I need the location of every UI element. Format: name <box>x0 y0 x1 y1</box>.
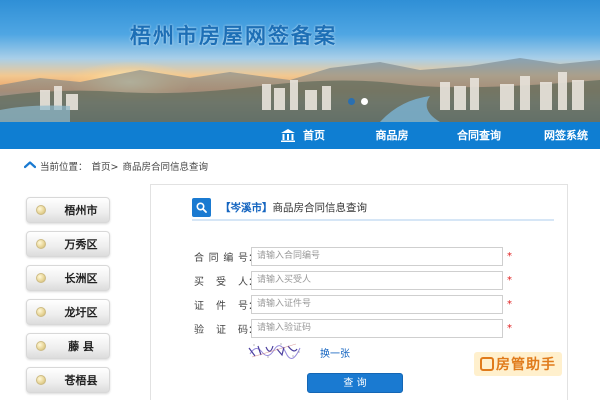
home-building-icon <box>281 129 295 142</box>
buyer-input[interactable] <box>251 270 503 290</box>
nav-signing-system[interactable]: 网签系统 <box>532 122 600 149</box>
bullet-icon <box>36 307 46 317</box>
nav-home-label: 首页 <box>303 129 325 142</box>
query-button[interactable]: 查 询 <box>307 373 403 393</box>
breadcrumb-home-link[interactable]: 首页> <box>92 159 119 173</box>
nav-commercial-housing[interactable]: 商品房 <box>362 122 422 149</box>
field-label: 合同编号 <box>194 252 248 264</box>
captcha-row: 验 证 码 ： * <box>194 318 524 338</box>
required-marker: * <box>507 322 512 334</box>
panel-header: 【岑溪市】商品房合同信息查询 <box>192 196 554 221</box>
breadcrumb-prefix: 当前位置： <box>40 162 88 173</box>
bullet-icon <box>36 239 46 249</box>
sidebar-item-label: 梧州市 <box>64 204 98 217</box>
search-icon <box>192 198 211 217</box>
carousel-indicators <box>348 98 368 105</box>
house-manager-logo-icon <box>480 357 494 371</box>
field-label: 证 件 号 <box>194 300 248 312</box>
sidebar-item-wanxiu[interactable]: 万秀区 <box>26 231 110 257</box>
watermark-text: 房管助手 <box>496 357 556 373</box>
carousel-dot-1[interactable] <box>348 98 355 105</box>
field-label: 验 证 码 <box>194 324 248 336</box>
breadcrumb-current: 商品房合同信息查询 <box>122 162 208 173</box>
sidebar-item-label: 长洲区 <box>64 272 98 285</box>
main-nav: 首页 商品房 合同查询 网签系统 <box>0 122 600 149</box>
sidebar-item-label: 苍梧县 <box>64 374 98 387</box>
id-number-row: 证 件 号 ： * <box>194 294 524 314</box>
sidebar-item-longxu[interactable]: 龙圩区 <box>26 299 110 325</box>
panel-city: 【岑溪市】 <box>220 202 273 214</box>
sidebar-item-wuzhou[interactable]: 梧州市 <box>26 197 110 223</box>
carousel-dot-2[interactable] <box>361 98 368 105</box>
contract-number-input[interactable] <box>251 246 503 266</box>
field-label: 买 受 人 <box>194 276 248 288</box>
site-title: 梧州市房屋网签备案 <box>130 24 337 48</box>
watermark-logo: 房管助手 <box>474 352 562 376</box>
nav-contract-query[interactable]: 合同查询 <box>446 122 512 149</box>
required-marker: * <box>507 274 512 286</box>
header-banner: 梧州市房屋网签备案 <box>0 0 600 122</box>
panel-title-text: 商品房合同信息查询 <box>272 202 368 214</box>
breadcrumb: 当前位置： 首页> 商品房合同信息查询 <box>24 158 208 174</box>
bullet-icon <box>36 205 46 215</box>
sidebar-item-changzhou[interactable]: 长洲区 <box>26 265 110 291</box>
panel-title: 【岑溪市】商品房合同信息查询 <box>220 200 367 215</box>
bullet-icon <box>36 375 46 385</box>
bullet-icon <box>36 273 46 283</box>
sidebar-item-tengxian[interactable]: 藤 县 <box>26 333 110 359</box>
id-number-input[interactable] <box>251 294 503 314</box>
buyer-row: 买 受 人 ： * <box>194 270 524 290</box>
captcha-image[interactable] <box>246 340 304 360</box>
sidebar-item-label: 万秀区 <box>64 238 98 251</box>
bullet-icon <box>36 341 46 351</box>
home-icon <box>24 161 36 169</box>
sidebar-item-label: 藤 县 <box>68 340 94 353</box>
sidebar-item-label: 龙圩区 <box>64 306 98 319</box>
nav-home[interactable]: 首页 <box>268 122 338 149</box>
sidebar-item-cangwu[interactable]: 苍梧县 <box>26 367 110 393</box>
required-marker: * <box>507 298 512 310</box>
captcha-input[interactable] <box>251 318 503 338</box>
required-marker: * <box>507 250 512 262</box>
refresh-captcha-link[interactable]: 换一张 <box>320 345 350 360</box>
city-skyline-image <box>0 58 600 122</box>
contract-number-row: 合同编号 ： * <box>194 246 524 266</box>
